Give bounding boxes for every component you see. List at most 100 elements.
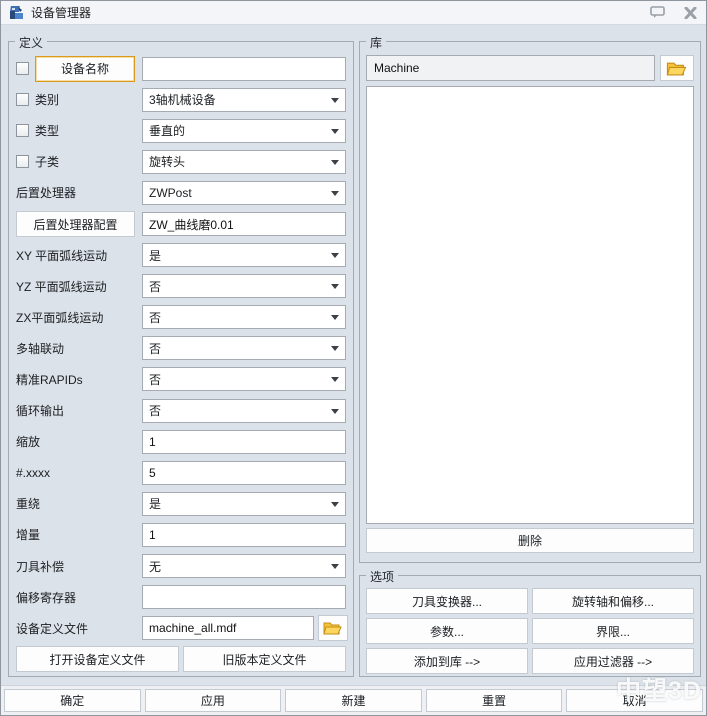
zx-arc-row: ZX平面弧线运动 否: [16, 302, 346, 333]
chevron-down-icon: [331, 253, 339, 258]
folder-icon: [323, 620, 343, 636]
define-group-label: 定义: [15, 34, 47, 51]
offset-register-input[interactable]: [142, 585, 346, 609]
rapids-row: 精准RAPIDs 否: [16, 364, 346, 395]
yz-arc-label: YZ 平面弧线运动: [16, 278, 107, 295]
type-select[interactable]: 垂直的: [142, 119, 346, 143]
cancel-button[interactable]: 取消: [566, 689, 703, 712]
definition-file-row: 设备定义文件: [16, 613, 346, 644]
rewind-select[interactable]: 是: [142, 492, 346, 516]
title-bar: 设备管理器: [1, 1, 706, 25]
cycle-output-row: 循环输出 否: [16, 395, 346, 426]
dialog-footer: 确定 应用 新建 重置 取消: [1, 685, 706, 715]
device-name-checkbox[interactable]: [16, 62, 29, 75]
ok-button[interactable]: 确定: [4, 689, 141, 712]
chevron-down-icon: [331, 502, 339, 507]
type-checkbox[interactable]: [16, 124, 29, 137]
zx-arc-label: ZX平面弧线运动: [16, 309, 103, 326]
postprocessor-label: 后置处理器: [16, 184, 76, 201]
rewind-row: 重绕 是: [16, 488, 346, 519]
offset-register-row: 偏移寄存器: [16, 582, 346, 613]
xy-arc-select[interactable]: 是: [142, 243, 346, 267]
new-button[interactable]: 新建: [285, 689, 422, 712]
offset-register-label: 偏移寄存器: [16, 589, 76, 606]
reset-button[interactable]: 重置: [426, 689, 563, 712]
definition-file-input[interactable]: [142, 616, 314, 640]
rapids-label: 精准RAPIDs: [16, 371, 83, 388]
increment-input[interactable]: [142, 523, 346, 547]
limits-button[interactable]: 界限...: [532, 618, 694, 644]
category-select[interactable]: 3轴机械设备: [142, 88, 346, 112]
precision-row: #.xxxx: [16, 457, 346, 488]
postconfig-button[interactable]: 后置处理器配置: [16, 211, 135, 237]
cycle-output-select[interactable]: 否: [142, 399, 346, 423]
library-path-field[interactable]: Machine: [366, 55, 655, 81]
subclass-select[interactable]: 旋转头: [142, 150, 346, 174]
apply-filter-button[interactable]: 应用过滤器 -->: [532, 648, 694, 674]
definition-file-browse-button[interactable]: [318, 615, 348, 641]
legacy-definition-file-button[interactable]: 旧版本定义文件: [183, 646, 346, 672]
cycle-output-label: 循环输出: [16, 402, 64, 419]
scale-row: 缩放: [16, 426, 346, 457]
increment-label: 增量: [16, 526, 40, 543]
tool-comp-row: 刀具补偿 无: [16, 551, 346, 582]
window-title: 设备管理器: [31, 4, 91, 21]
increment-row: 增量: [16, 519, 346, 550]
postconfig-input[interactable]: [142, 212, 346, 236]
zx-arc-select[interactable]: 否: [142, 305, 346, 329]
add-to-library-button[interactable]: 添加到库 -->: [366, 648, 528, 674]
precision-input[interactable]: [142, 461, 346, 485]
scale-input[interactable]: [142, 430, 346, 454]
device-name-button[interactable]: 设备名称: [35, 56, 135, 82]
category-label: 类别: [35, 91, 59, 108]
chevron-down-icon: [331, 346, 339, 351]
parameters-button[interactable]: 参数...: [366, 618, 528, 644]
open-definition-file-button[interactable]: 打开设备定义文件: [16, 646, 179, 672]
device-manager-app-icon: [9, 5, 25, 21]
xy-arc-label: XY 平面弧线运动: [16, 247, 107, 264]
options-group-label: 选项: [366, 568, 398, 585]
type-row: 类型 垂直的: [16, 115, 346, 146]
category-checkbox[interactable]: [16, 93, 29, 106]
postconfig-row: 后置处理器配置: [16, 208, 346, 239]
subclass-checkbox[interactable]: [16, 155, 29, 168]
rotary-axis-offset-button[interactable]: 旋转轴和偏移...: [532, 588, 694, 614]
subclass-label: 子类: [35, 153, 59, 170]
yz-arc-select[interactable]: 否: [142, 274, 346, 298]
type-label: 类型: [35, 122, 59, 139]
library-group-label: 库: [366, 34, 386, 51]
library-list[interactable]: [366, 86, 694, 524]
comment-icon[interactable]: [650, 6, 666, 20]
xy-arc-row: XY 平面弧线运动 是: [16, 240, 346, 271]
folder-icon: [666, 60, 688, 77]
chevron-down-icon: [331, 564, 339, 569]
define-group: 定义 设备名称 类别 3轴机械设备 类型 垂直的: [8, 41, 354, 677]
chevron-down-icon: [331, 409, 339, 414]
delete-button[interactable]: 删除: [366, 528, 694, 553]
tool-changer-button[interactable]: 刀具变换器...: [366, 588, 528, 614]
precision-label: #.xxxx: [16, 466, 50, 480]
chevron-down-icon: [331, 160, 339, 165]
yz-arc-row: YZ 平面弧线运动 否: [16, 271, 346, 302]
apply-button[interactable]: 应用: [145, 689, 282, 712]
close-icon[interactable]: [682, 6, 698, 20]
multiaxis-row: 多轴联动 否: [16, 333, 346, 364]
device-manager-dialog: 设备管理器 定义 设备名称: [0, 0, 707, 716]
postprocessor-select[interactable]: ZWPost: [142, 181, 346, 205]
tool-comp-select[interactable]: 无: [142, 554, 346, 578]
definition-file-label: 设备定义文件: [16, 620, 88, 637]
multiaxis-label: 多轴联动: [16, 340, 64, 357]
multiaxis-select[interactable]: 否: [142, 336, 346, 360]
chevron-down-icon: [331, 129, 339, 134]
device-name-input[interactable]: [142, 57, 346, 81]
definition-file-buttons-row: 打开设备定义文件 旧版本定义文件: [16, 644, 346, 675]
chevron-down-icon: [331, 377, 339, 382]
rewind-label: 重绕: [16, 495, 40, 512]
library-browse-button[interactable]: [660, 55, 694, 81]
chevron-down-icon: [331, 191, 339, 196]
subclass-row: 子类 旋转头: [16, 146, 346, 177]
rapids-select[interactable]: 否: [142, 367, 346, 391]
scale-label: 缩放: [16, 433, 40, 450]
chevron-down-icon: [331, 98, 339, 103]
tool-comp-label: 刀具补偿: [16, 558, 64, 575]
